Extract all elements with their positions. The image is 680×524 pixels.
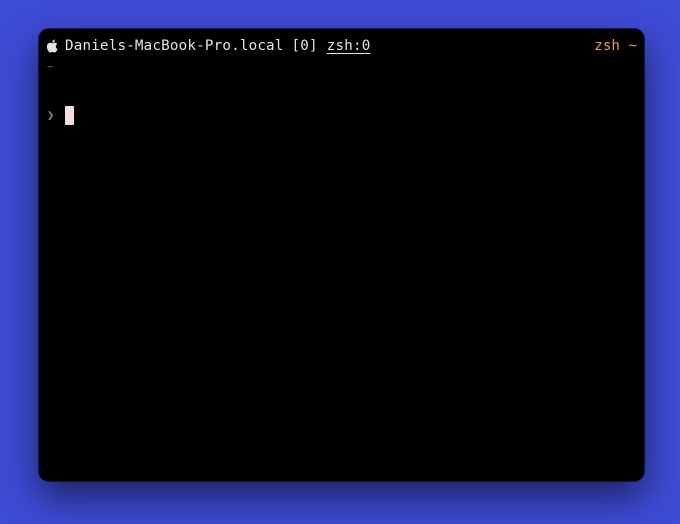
prompt-line[interactable]: ❯: [47, 105, 74, 125]
pane-cwd-label: ~: [47, 60, 54, 73]
window-tab-zsh[interactable]: zsh:0: [327, 38, 371, 54]
status-left: Daniels-MacBook-Pro.local [0] zsh:0: [46, 37, 371, 55]
hostname-label: Daniels-MacBook-Pro.local: [65, 38, 284, 54]
terminal-cursor: [65, 105, 74, 125]
tmux-status-bar: Daniels-MacBook-Pro.local [0] zsh:0 zsh …: [39, 29, 644, 63]
apple-logo-icon: [46, 39, 58, 53]
terminal-window[interactable]: Daniels-MacBook-Pro.local [0] zsh:0 zsh …: [39, 29, 644, 481]
prompt-symbol: ❯: [47, 108, 55, 122]
window-index-label: [0]: [291, 38, 318, 54]
status-right-label: zsh ~: [594, 38, 637, 54]
